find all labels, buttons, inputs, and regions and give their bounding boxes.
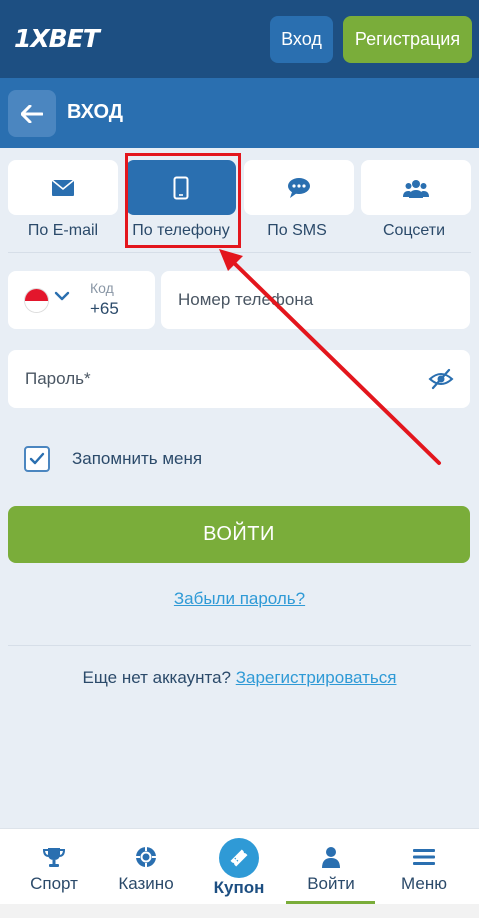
nav-sport[interactable]: Спорт <box>6 829 102 905</box>
remember-checkbox[interactable] <box>24 446 50 472</box>
tab-sms-label[interactable]: По SMS <box>238 222 356 240</box>
nav-sport-label: Спорт <box>30 874 78 893</box>
tab-social[interactable] <box>361 160 471 215</box>
ticket-icon <box>230 849 248 867</box>
hamburger-menu-icon <box>413 849 435 865</box>
envelope-icon <box>51 178 75 196</box>
nav-casino[interactable]: Казино <box>98 829 194 905</box>
code-label: Код <box>90 280 114 296</box>
phone-number-field[interactable]: Номер телефона <box>161 271 470 329</box>
top-bar: 1XBET Вход Регистрация <box>0 0 479 78</box>
tab-sms[interactable] <box>244 160 354 215</box>
divider <box>8 645 471 646</box>
eye-slash-icon[interactable] <box>428 368 454 390</box>
tab-email[interactable] <box>8 160 118 215</box>
remember-label[interactable]: Запомнить меня <box>72 449 202 469</box>
brand-logo[interactable]: 1XBET <box>14 24 100 53</box>
back-button[interactable] <box>8 90 56 137</box>
nav-menu-label: Меню <box>401 874 447 893</box>
page-header: ВХОД <box>0 78 479 148</box>
tab-email-label[interactable]: По E-mail <box>4 222 122 240</box>
casino-chip-icon <box>136 847 156 867</box>
system-bottom-bar <box>0 904 479 918</box>
nav-login-label: Войти <box>307 874 355 893</box>
password-field[interactable]: Пароль* <box>8 350 470 408</box>
people-icon <box>403 179 429 198</box>
password-placeholder: Пароль* <box>25 369 91 388</box>
register-link[interactable]: Зарегистрироваться <box>236 668 397 687</box>
checkmark-icon <box>29 452 45 465</box>
nav-menu[interactable]: Меню <box>376 829 472 905</box>
arrow-left-icon <box>21 104 43 123</box>
trophy-icon <box>43 848 65 867</box>
nav-coupon-label[interactable]: Купон <box>189 878 289 898</box>
register-button[interactable]: Регистрация <box>343 16 472 63</box>
no-account-text: Еще нет аккаунта? <box>82 668 231 687</box>
highlight-box <box>125 153 241 248</box>
divider <box>8 252 471 253</box>
chat-bubble-icon <box>288 177 310 198</box>
tab-social-label[interactable]: Соцсети <box>355 222 473 240</box>
country-code-select[interactable]: Код +65 <box>8 271 155 329</box>
singapore-flag-icon <box>24 288 49 313</box>
submit-login-button[interactable]: ВОЙТИ <box>8 506 470 563</box>
nav-login[interactable]: Войти <box>283 829 379 905</box>
chevron-down-icon <box>54 291 70 301</box>
user-icon <box>322 847 340 868</box>
forgot-password-link[interactable]: Забыли пароль? <box>0 589 479 609</box>
nav-casino-label: Казино <box>118 874 174 893</box>
page-title: ВХОД <box>67 101 124 123</box>
code-value: +65 <box>90 299 119 318</box>
phone-placeholder: Номер телефона <box>178 290 314 309</box>
nav-coupon[interactable] <box>219 838 259 878</box>
no-account-row: Еще нет аккаунта? Зарегистрироваться <box>0 668 479 688</box>
login-button[interactable]: Вход <box>270 16 333 63</box>
